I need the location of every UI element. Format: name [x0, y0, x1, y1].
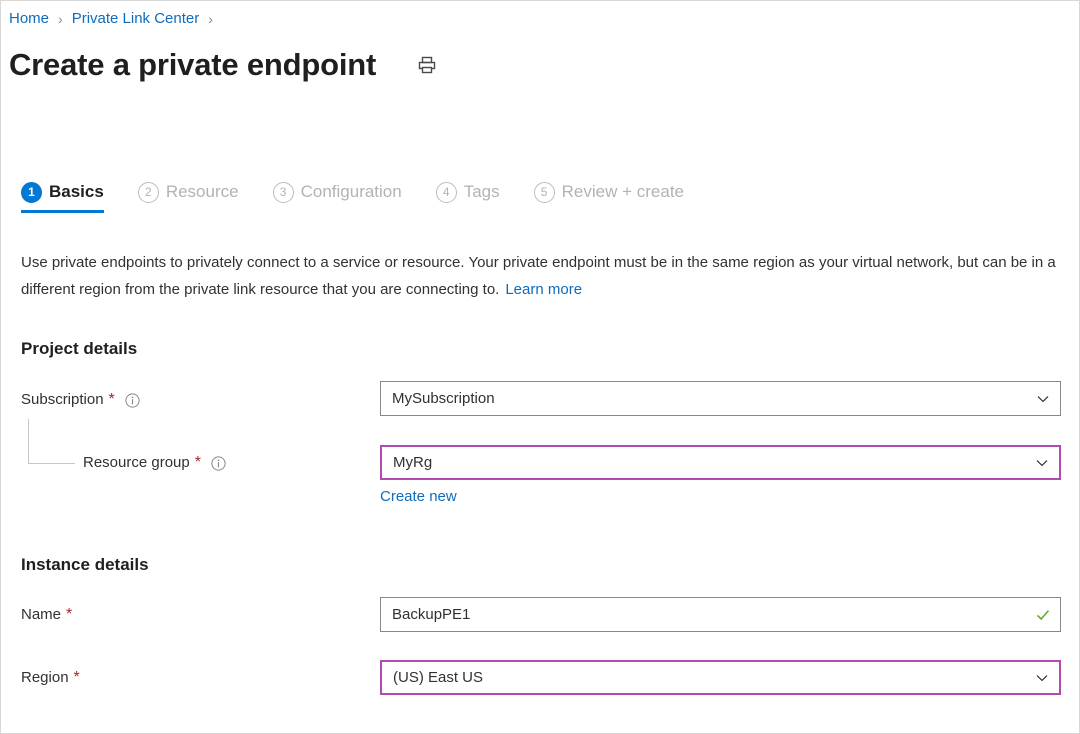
- resource-group-dropdown[interactable]: MyRg: [380, 445, 1061, 480]
- subscription-value: MySubscription: [392, 389, 495, 407]
- name-label: Name *: [21, 605, 72, 625]
- tree-connector: [28, 419, 75, 464]
- resource-group-label-text: Resource group: [83, 454, 190, 471]
- tab-label: Tags: [463, 182, 500, 201]
- title-row: Create a private endpoint: [9, 45, 440, 85]
- checkmark-icon: [1026, 607, 1060, 623]
- tab-basics[interactable]: 1 Basics: [21, 181, 104, 213]
- tab-configuration[interactable]: 3 Configuration: [272, 181, 402, 213]
- tab-review-create[interactable]: 5 Review + create: [533, 181, 685, 213]
- breadcrumb-chevron-icon: ›: [58, 11, 63, 27]
- tab-resource[interactable]: 2 Resource: [137, 181, 239, 213]
- name-input[interactable]: BackupPE1: [380, 597, 1061, 632]
- region-label: Region *: [21, 668, 80, 688]
- print-icon[interactable]: [414, 52, 440, 78]
- region-label-text: Region: [21, 669, 69, 686]
- chevron-down-icon: [1025, 456, 1059, 470]
- wizard-tabs: 1 Basics 2 Resource 3 Configuration 4 Ta…: [21, 181, 718, 213]
- breadcrumb-chevron-icon: ›: [208, 11, 213, 27]
- required-marker: *: [73, 669, 80, 686]
- breadcrumb-item-home[interactable]: Home: [9, 9, 49, 29]
- create-private-endpoint-page: Home › Private Link Center › Create a pr…: [0, 0, 1080, 734]
- tab-label: Configuration: [300, 182, 402, 201]
- resource-group-label: Resource group *: [83, 453, 226, 473]
- tab-number: 5: [533, 181, 555, 203]
- tab-number: 2: [137, 181, 159, 203]
- subscription-label: Subscription *: [21, 390, 140, 410]
- region-value: (US) East US: [393, 668, 484, 686]
- name-label-text: Name: [21, 606, 62, 623]
- page-description: Use private endpoints to privately conne…: [21, 249, 1061, 303]
- required-marker: *: [108, 391, 115, 408]
- name-value: BackupPE1: [392, 605, 471, 623]
- chevron-down-icon: [1026, 392, 1060, 406]
- learn-more-link[interactable]: Learn more: [505, 281, 582, 298]
- subscription-dropdown[interactable]: MySubscription: [380, 381, 1061, 416]
- tab-number: 3: [272, 181, 294, 203]
- chevron-down-icon: [1025, 671, 1059, 685]
- resource-group-value: MyRg: [393, 453, 433, 471]
- tab-label: Review + create: [561, 182, 685, 201]
- breadcrumb: Home › Private Link Center ›: [9, 9, 222, 29]
- breadcrumb-item-private-link-center[interactable]: Private Link Center: [72, 9, 200, 29]
- region-dropdown[interactable]: (US) East US: [380, 660, 1061, 695]
- create-new-resource-group-link[interactable]: Create new: [380, 487, 457, 507]
- info-icon[interactable]: [125, 392, 140, 408]
- info-icon[interactable]: [211, 455, 226, 471]
- tab-label: Basics: [49, 182, 104, 201]
- tab-number: 1: [21, 181, 42, 203]
- subscription-label-text: Subscription: [21, 391, 104, 408]
- tab-tags[interactable]: 4 Tags: [435, 181, 500, 213]
- section-heading-instance-details: Instance details: [21, 555, 149, 574]
- tab-number: 4: [435, 181, 457, 203]
- required-marker: *: [66, 606, 73, 623]
- tab-label: Resource: [165, 182, 239, 201]
- required-marker: *: [194, 454, 201, 471]
- page-title: Create a private endpoint: [9, 47, 377, 82]
- section-heading-project-details: Project details: [21, 339, 138, 358]
